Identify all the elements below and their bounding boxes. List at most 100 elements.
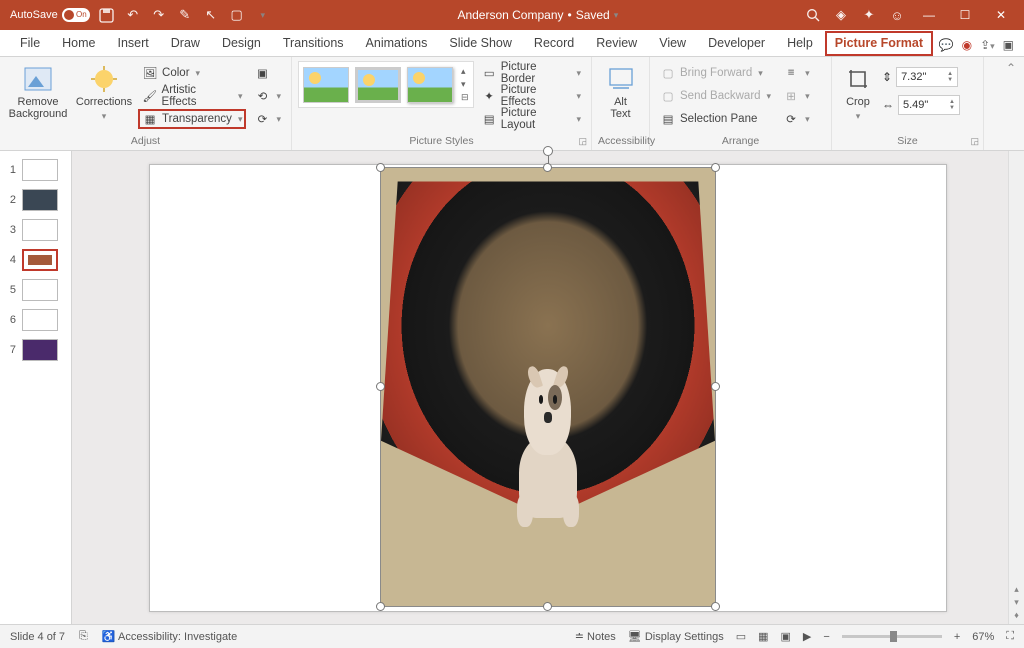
canvas-icon[interactable]: ▣ <box>1003 38 1014 52</box>
transparency-button[interactable]: ▦Transparency <box>138 109 246 129</box>
slide-thumbnail[interactable]: 2 <box>4 189 67 211</box>
gallery-more-button[interactable]: ▴▾⊟ <box>461 66 469 103</box>
picture-effects-button[interactable]: ✦Picture Effects <box>478 86 585 106</box>
picture-style-gallery[interactable]: ▴▾⊟ <box>298 61 474 108</box>
fit-to-window-icon[interactable]: ⛶ <box>1006 630 1014 643</box>
tab-insert[interactable]: Insert <box>108 31 159 56</box>
close-button[interactable]: ✕ <box>988 5 1014 25</box>
comments-icon[interactable]: 💬 <box>939 38 954 52</box>
resize-handle[interactable] <box>543 602 552 611</box>
tab-design[interactable]: Design <box>212 31 271 56</box>
artistic-effects-button[interactable]: 🖌Artistic Effects <box>138 86 246 106</box>
tab-review[interactable]: Review <box>586 31 647 56</box>
resize-handle[interactable] <box>376 382 385 391</box>
height-input[interactable]: 7.32"▲▼ <box>896 67 958 87</box>
tab-view[interactable]: View <box>649 31 696 56</box>
selection-pane-button[interactable]: ▤Selection Pane <box>656 109 775 129</box>
resize-handle[interactable] <box>711 163 720 172</box>
tab-home[interactable]: Home <box>52 31 105 56</box>
tab-help[interactable]: Help <box>777 31 823 56</box>
account-icon[interactable]: ☺ <box>888 6 906 24</box>
style-thumb[interactable] <box>303 67 349 103</box>
qat-more-icon[interactable]: ▾ <box>254 6 272 24</box>
resize-handle[interactable] <box>376 163 385 172</box>
zoom-level[interactable]: 67% <box>972 631 994 643</box>
alt-text-button[interactable]: Alt Text <box>598 61 643 120</box>
slide-thumbnail[interactable]: 1 <box>4 159 67 181</box>
tab-slideshow[interactable]: Slide Show <box>439 31 522 56</box>
tab-draw[interactable]: Draw <box>161 31 210 56</box>
designer-icon[interactable]: ✦ <box>860 6 878 24</box>
zoom-in-button[interactable]: + <box>954 631 960 643</box>
send-backward-button[interactable]: ▢Send Backward <box>656 86 775 106</box>
display-settings-button[interactable]: 🖥 Display Settings <box>628 630 724 643</box>
language-icon[interactable]: ⎘ <box>79 630 88 643</box>
view-slideshow-icon[interactable]: ▶ <box>803 630 811 643</box>
slide-thumbnail[interactable]: 7 <box>4 339 67 361</box>
slide <box>149 164 947 612</box>
share-icon[interactable]: ⇪▾ <box>980 38 995 52</box>
tab-picture-format[interactable]: Picture Format <box>825 31 933 56</box>
change-picture-button[interactable]: ⟲ <box>250 86 285 106</box>
view-reading-icon[interactable]: ▣ <box>781 630 791 643</box>
zoom-slider[interactable] <box>842 635 942 638</box>
document-title[interactable]: Anderson Company • Saved ▾ <box>272 8 804 22</box>
vertical-scrollbar[interactable]: ▴▾♦ <box>1008 151 1024 624</box>
view-sorter-icon[interactable]: ▦ <box>758 630 768 643</box>
tab-animations[interactable]: Animations <box>356 31 438 56</box>
autosave-toggle[interactable]: AutoSave On <box>10 8 90 22</box>
resize-handle[interactable] <box>711 602 720 611</box>
align-button[interactable]: ≡ <box>779 63 814 83</box>
view-normal-icon[interactable]: ▭ <box>736 630 746 643</box>
resize-handle[interactable] <box>711 382 720 391</box>
crop-button[interactable]: Crop▾ <box>838 61 878 122</box>
record-icon[interactable]: ◉ <box>962 38 972 52</box>
thumb-preview <box>22 159 58 181</box>
tab-developer[interactable]: Developer <box>698 31 775 56</box>
search-icon[interactable] <box>804 6 822 24</box>
undo-icon[interactable]: ↶ <box>124 6 142 24</box>
notes-button[interactable]: ≐ Notes <box>575 630 616 643</box>
ribbon-tabs: File Home Insert Draw Design Transitions… <box>0 30 1024 57</box>
redo-icon[interactable]: ↷ <box>150 6 168 24</box>
picture-layout-button[interactable]: ▤Picture Layout <box>478 109 585 129</box>
slide-thumbnail[interactable]: 3 <box>4 219 67 241</box>
collapse-ribbon-icon[interactable]: ⌃ <box>1006 61 1016 75</box>
rotate-handle[interactable] <box>543 146 553 156</box>
present-icon[interactable]: ▢ <box>228 6 246 24</box>
touch-icon[interactable]: ✎ <box>176 6 194 24</box>
slide-thumbnail[interactable]: 4 <box>4 249 67 271</box>
slide-thumbnail[interactable]: 5 <box>4 279 67 301</box>
picture-border-button[interactable]: ▭Picture Border <box>478 63 585 83</box>
corrections-button[interactable]: Corrections▾ <box>74 61 134 122</box>
width-input[interactable]: 5.49"▲▼ <box>898 95 960 115</box>
resize-handle[interactable] <box>543 163 552 172</box>
dialog-launcher-icon[interactable]: ◲ <box>578 136 587 147</box>
reset-picture-button[interactable]: ⟳ <box>250 109 285 129</box>
slide-thumbnail[interactable]: 6 <box>4 309 67 331</box>
rotate-button[interactable]: ⟳ <box>779 109 814 129</box>
tab-file[interactable]: File <box>10 31 50 56</box>
bring-forward-button[interactable]: ▢Bring Forward <box>656 63 775 83</box>
resize-handle[interactable] <box>376 602 385 611</box>
style-thumb[interactable] <box>407 67 453 103</box>
style-thumb[interactable] <box>355 67 401 103</box>
accessibility-status[interactable]: ♿ Accessibility: Investigate <box>102 630 237 643</box>
maximize-button[interactable]: ☐ <box>952 5 978 25</box>
zoom-out-button[interactable]: − <box>823 631 829 643</box>
remove-background-button[interactable]: Remove Background <box>6 61 70 120</box>
tab-record[interactable]: Record <box>524 31 584 56</box>
tab-transitions[interactable]: Transitions <box>273 31 354 56</box>
premium-icon[interactable]: ◈ <box>832 6 850 24</box>
dialog-launcher-icon[interactable]: ◲ <box>970 136 979 147</box>
group-button[interactable]: ⊞ <box>779 86 814 106</box>
color-button[interactable]: 🖼Color <box>138 63 246 83</box>
thumb-number: 3 <box>4 224 16 236</box>
thumb-preview <box>22 279 58 301</box>
compress-pictures-button[interactable]: ▣ <box>250 63 285 83</box>
picture-selection[interactable] <box>380 167 716 607</box>
pointer-icon[interactable]: ↖ <box>202 6 220 24</box>
save-icon[interactable] <box>98 6 116 24</box>
slide-canvas-area[interactable]: ▴▾♦ <box>72 151 1024 624</box>
minimize-button[interactable]: — <box>916 5 942 25</box>
